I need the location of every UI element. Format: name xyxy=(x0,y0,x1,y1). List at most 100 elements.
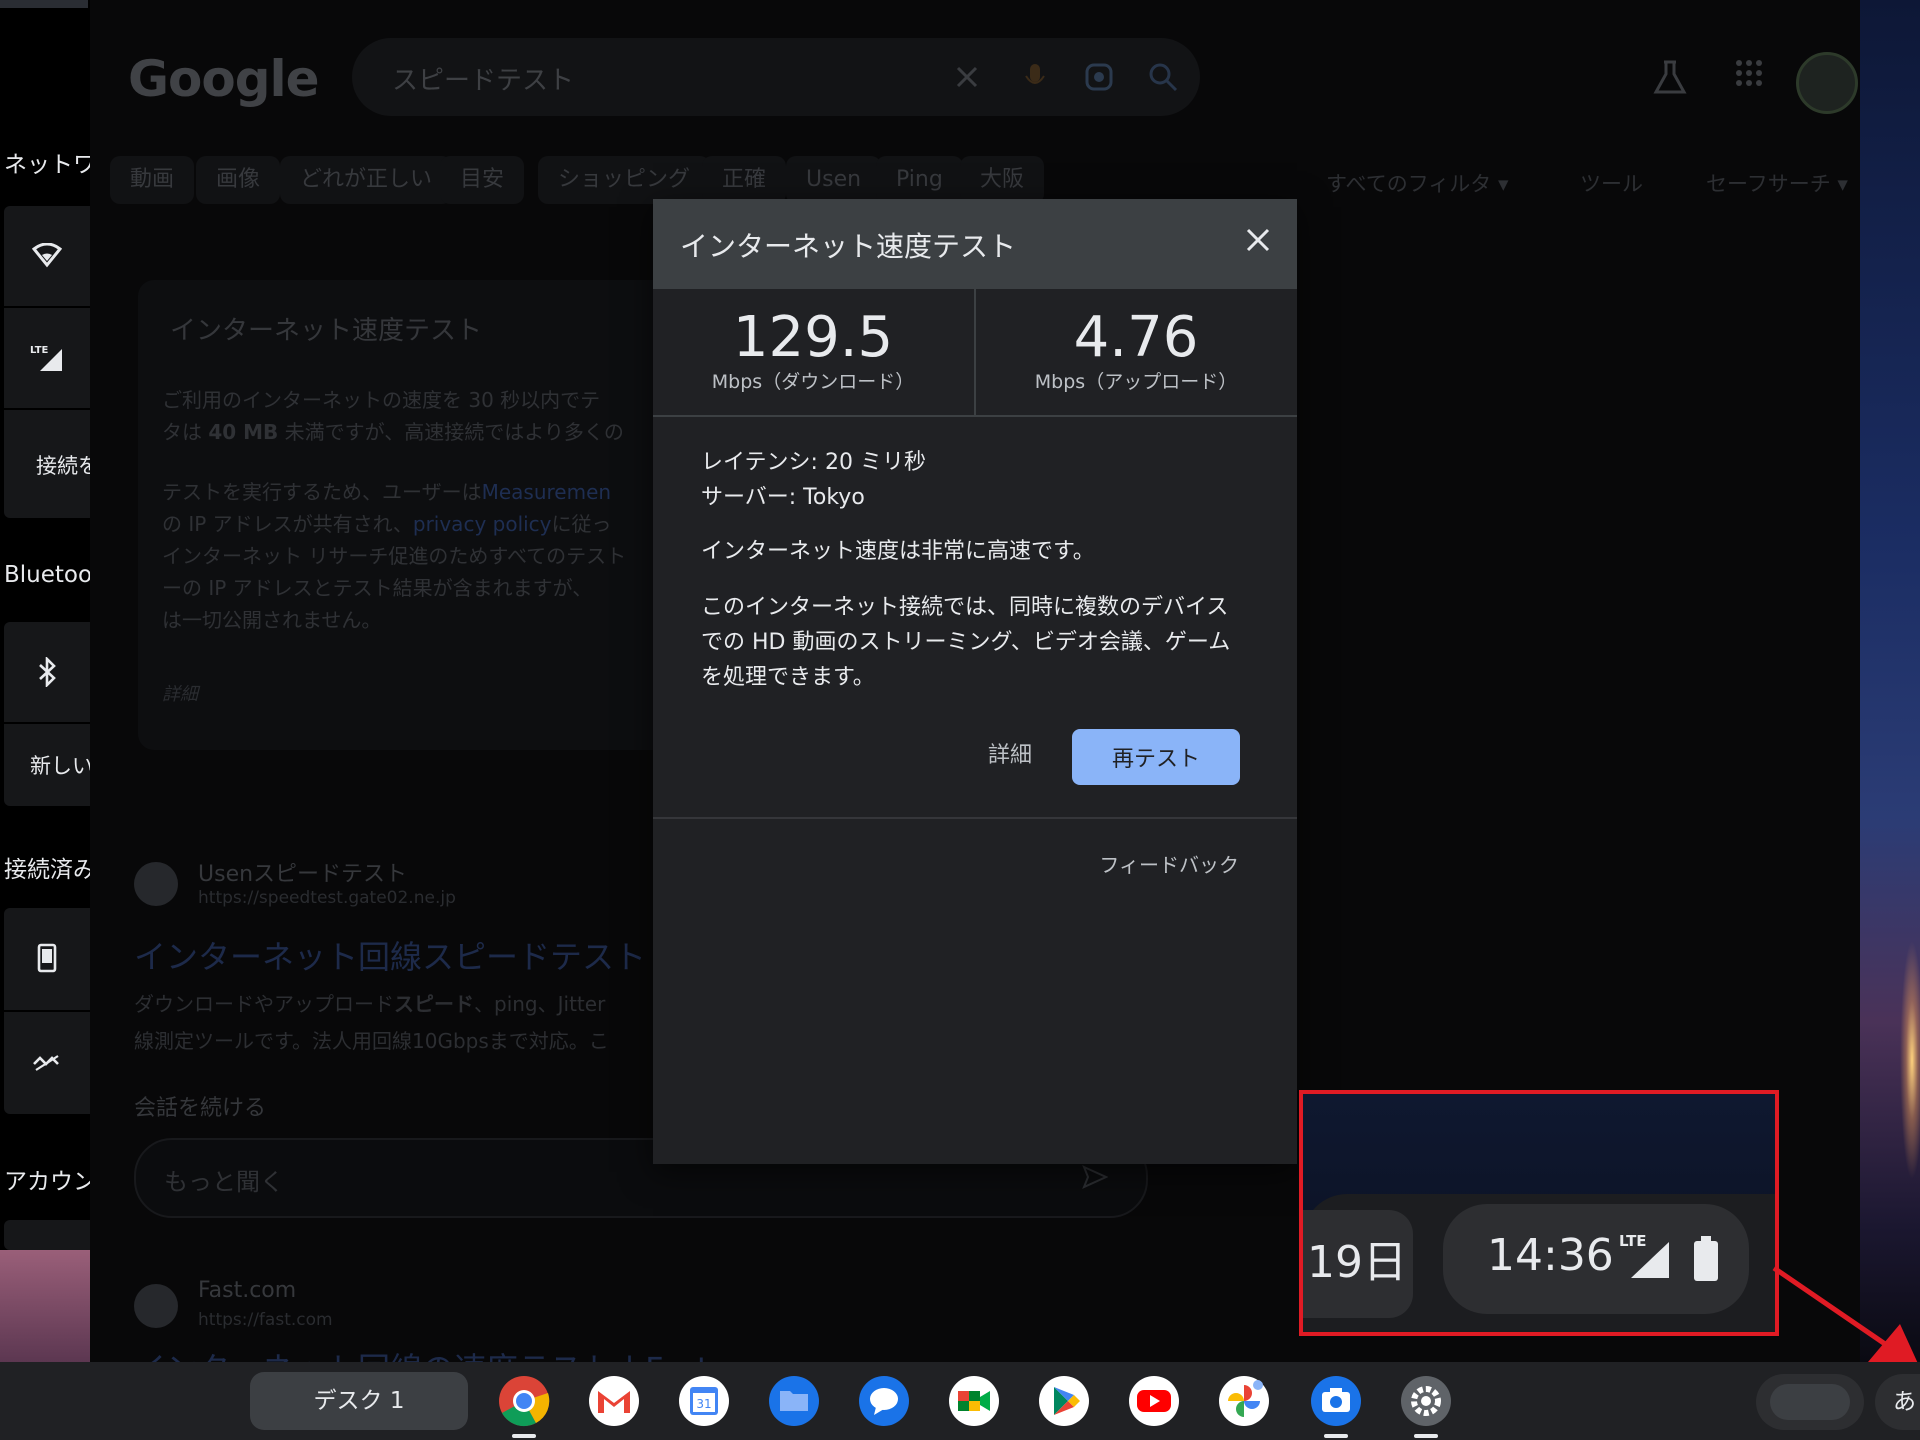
measurement-lab-link[interactable]: Measuremen xyxy=(482,480,611,504)
chip-osaka[interactable]: 大阪 xyxy=(960,156,1045,204)
meet-icon[interactable] xyxy=(948,1375,1000,1427)
search-input[interactable]: スピードテスト xyxy=(392,60,574,97)
network-section-label: ネットワ xyxy=(4,152,90,178)
running-indicator xyxy=(1324,1434,1348,1438)
lte-text: LTE xyxy=(30,345,49,356)
chip-which-correct[interactable]: どれが正しい xyxy=(280,156,453,204)
account-section-label: アカウン xyxy=(4,1169,90,1195)
text: 40 MB xyxy=(208,420,279,444)
chip-usen[interactable]: Usen xyxy=(786,156,882,204)
details-link[interactable]: 詳細 xyxy=(988,737,1032,769)
card-paragraph-2: テストを実行するため、ユーザーはMeasuremen の IP アドレスが共有さ… xyxy=(162,476,682,636)
desk-button[interactable]: デスク 1 xyxy=(250,1372,468,1430)
text: ダウンロードやアップロード xyxy=(134,992,394,1016)
send-icon[interactable] xyxy=(1082,1164,1108,1190)
shelf: デスク 1 31 あ xyxy=(0,1362,1920,1440)
notification-tray-pill[interactable] xyxy=(1756,1374,1864,1430)
bluetooth-section-label: Bluetoot xyxy=(4,562,90,588)
google-logo[interactable]: Google xyxy=(128,50,320,108)
zoomed-date: 19日 xyxy=(1307,1237,1407,1288)
nearby-share-toggle[interactable] xyxy=(4,1012,90,1112)
camera-icon[interactable] xyxy=(1310,1375,1362,1427)
result-site-name: Usenスピードテスト xyxy=(198,862,408,887)
dialog-title: インターネット速度テスト xyxy=(680,230,1017,263)
photos-icon[interactable] xyxy=(1218,1375,1270,1427)
ime-menu-button[interactable]: あ xyxy=(1875,1374,1920,1430)
chrome-icon[interactable] xyxy=(498,1375,550,1427)
text: ご利用のインターネットの速度を 30 秒以内でテ xyxy=(162,388,601,412)
mobile-data-toggle[interactable]: LTE xyxy=(4,308,90,408)
chip-shopping[interactable]: ショッピング xyxy=(538,156,711,204)
youtube-icon[interactable] xyxy=(1128,1375,1180,1427)
phone-hub-toggle[interactable] xyxy=(4,908,90,1008)
panel-top-accent xyxy=(0,0,88,8)
dialog-header: インターネット速度テスト xyxy=(653,199,1297,289)
privacy-policy-link[interactable]: privacy policy xyxy=(413,512,552,536)
chip-accurate[interactable]: 正確 xyxy=(702,156,787,204)
messages-icon[interactable] xyxy=(858,1375,910,1427)
zoomed-clock: 14:36 xyxy=(1487,1230,1614,1281)
files-icon[interactable] xyxy=(768,1375,820,1427)
text: の IP アドレスが共有され、 xyxy=(162,512,413,536)
result-title-link[interactable]: インターネット回線スピードテスト xyxy=(134,932,646,978)
retest-button[interactable]: 再テスト xyxy=(1072,729,1240,785)
divider xyxy=(4,408,90,410)
lte-signal-icon: LTE xyxy=(30,345,62,371)
result-site-name: Fast.com xyxy=(198,1278,297,1303)
site-favicon xyxy=(134,1284,178,1328)
text: テストを実行するため、ユーザーは xyxy=(162,480,482,504)
chip-guideline[interactable]: 目安 xyxy=(440,156,525,204)
server-text: サーバー: Tokyo xyxy=(701,485,865,510)
text: 未満ですが、高速接続ではより多くの xyxy=(284,420,624,444)
gmail-icon[interactable] xyxy=(588,1375,640,1427)
play-store-icon[interactable] xyxy=(1038,1375,1090,1427)
upload-value: 4.76 xyxy=(1073,305,1199,370)
chip-ping[interactable]: Ping xyxy=(876,156,963,204)
microphone-icon[interactable] xyxy=(1018,60,1052,94)
speed-description: このインターネット接続では、同時に複数のデバイスでの HD 動画のストリーミング… xyxy=(701,595,1231,690)
card-more-link[interactable]: 詳細 xyxy=(162,680,198,706)
wallpaper-fragment xyxy=(0,1250,90,1362)
latency-text: レイテンシ: 20 ミリ秒 xyxy=(701,450,926,475)
feedback-link[interactable]: フィードバック xyxy=(1099,849,1239,878)
status-area-zoom-callout: 19日 14:36 LTE xyxy=(1299,1090,1779,1336)
download-label: Mbps（ダウンロード） xyxy=(711,371,915,393)
clear-icon[interactable] xyxy=(950,60,984,94)
upload-label: Mbps（アップロード） xyxy=(1034,371,1238,393)
chip-images[interactable]: 画像 xyxy=(196,156,281,204)
speed-verdict: インターネット速度は非常に高速です。 xyxy=(701,539,1095,564)
safesearch-dropdown[interactable]: セーフサーチ ▾ xyxy=(1706,168,1848,198)
text: スピード xyxy=(394,992,474,1016)
running-indicator xyxy=(1414,1434,1438,1438)
lte-signal-icon: LTE xyxy=(1619,1232,1669,1278)
bluetooth-toggle[interactable] xyxy=(4,622,90,722)
text: は一切公開されません。 xyxy=(162,608,382,632)
settings-icon[interactable] xyxy=(1400,1375,1452,1427)
wifi-toggle[interactable] xyxy=(4,206,90,306)
calendar-icon[interactable]: 31 xyxy=(678,1375,730,1427)
continue-conversation-label: 会話を続ける xyxy=(134,1096,267,1121)
download-value: 129.5 xyxy=(732,305,894,370)
labs-icon[interactable] xyxy=(1652,58,1688,98)
all-filters-label: すべてのフィルタ xyxy=(1326,172,1492,196)
search-icon[interactable] xyxy=(1146,60,1180,94)
wallpaper-light xyxy=(1900,940,1920,1180)
all-filters-dropdown[interactable]: すべてのフィルタ ▾ xyxy=(1326,168,1509,198)
lens-icon[interactable] xyxy=(1082,60,1116,94)
tools-button[interactable]: ツール xyxy=(1580,168,1643,198)
result-title-link[interactable]: インターネット回線の速度テスト | Fast xyxy=(134,1344,709,1362)
bluetooth-new-label[interactable]: 新しい xyxy=(30,750,90,780)
safesearch-label: セーフサーチ xyxy=(1706,172,1831,196)
account-card xyxy=(4,1220,90,1250)
chip-videos[interactable]: 動画 xyxy=(110,156,195,204)
account-avatar[interactable] xyxy=(1796,52,1858,114)
connected-section-label: 接続済み xyxy=(4,857,90,883)
close-icon[interactable] xyxy=(1241,223,1275,257)
apps-grid-icon[interactable] xyxy=(1734,58,1764,88)
divider xyxy=(4,722,90,724)
connect-label[interactable]: 接続を xyxy=(36,450,90,480)
nearby-share-icon xyxy=(33,1055,59,1071)
wifi-icon xyxy=(32,243,62,268)
text: インターネット リサーチ促進のためすべてのテスト xyxy=(162,544,627,568)
search-box[interactable]: スピードテスト xyxy=(352,38,1200,116)
